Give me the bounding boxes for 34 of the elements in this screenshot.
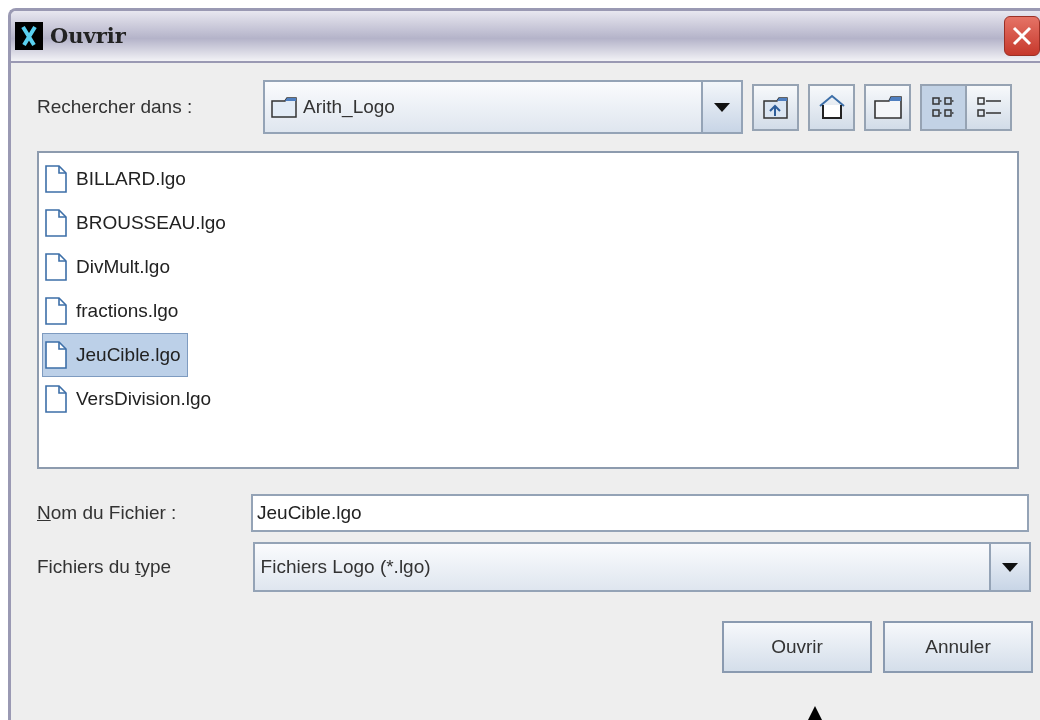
file-icon — [45, 209, 67, 237]
home-button[interactable] — [808, 83, 855, 131]
look-in-label: Rechercher dans : — [37, 94, 194, 119]
file-name: DivMult.lgo — [76, 254, 170, 279]
up-folder-button[interactable] — [752, 83, 799, 131]
file-item[interactable]: VersDivision.lgo — [42, 377, 219, 421]
cursor-icon — [808, 706, 822, 720]
dialog-button[interactable]: Ouvrir — [722, 621, 872, 673]
details-view-button[interactable] — [965, 83, 1012, 131]
file-item[interactable]: BILLARD.lgo — [42, 157, 193, 201]
file-item[interactable]: BROUSSEAU.lgo — [42, 201, 233, 245]
file-name: JeuCible.lgo — [76, 342, 181, 367]
app-logo-icon — [15, 22, 43, 50]
file-icon — [45, 385, 67, 413]
file-icon — [45, 341, 67, 369]
file-name-field[interactable]: JeuCible.lgo — [251, 494, 1029, 532]
file-name: BILLARD.lgo — [76, 166, 186, 191]
file-type-label: Fichiers du type — [37, 554, 173, 579]
file-name-label: Nom du Fichier : — [37, 500, 178, 525]
file-name: BROUSSEAU.lgo — [76, 210, 226, 235]
list-view-button[interactable] — [920, 83, 967, 131]
file-item[interactable]: fractions.lgo — [42, 289, 186, 333]
file-icon — [45, 165, 67, 193]
file-name: fractions.lgo — [76, 298, 179, 323]
close-button[interactable] — [1004, 16, 1040, 56]
file-item[interactable]: DivMult.lgo — [42, 245, 177, 289]
file-item[interactable]: JeuCible.lgo — [42, 333, 188, 377]
window-title: Ouvrir — [50, 22, 126, 51]
file-icon — [45, 253, 67, 281]
close-icon — [1011, 25, 1033, 47]
file-name: VersDivision.lgo — [76, 386, 212, 411]
dialog-button[interactable]: Annuler — [883, 621, 1033, 673]
file-icon — [45, 297, 67, 325]
new-folder-button[interactable] — [864, 83, 911, 131]
